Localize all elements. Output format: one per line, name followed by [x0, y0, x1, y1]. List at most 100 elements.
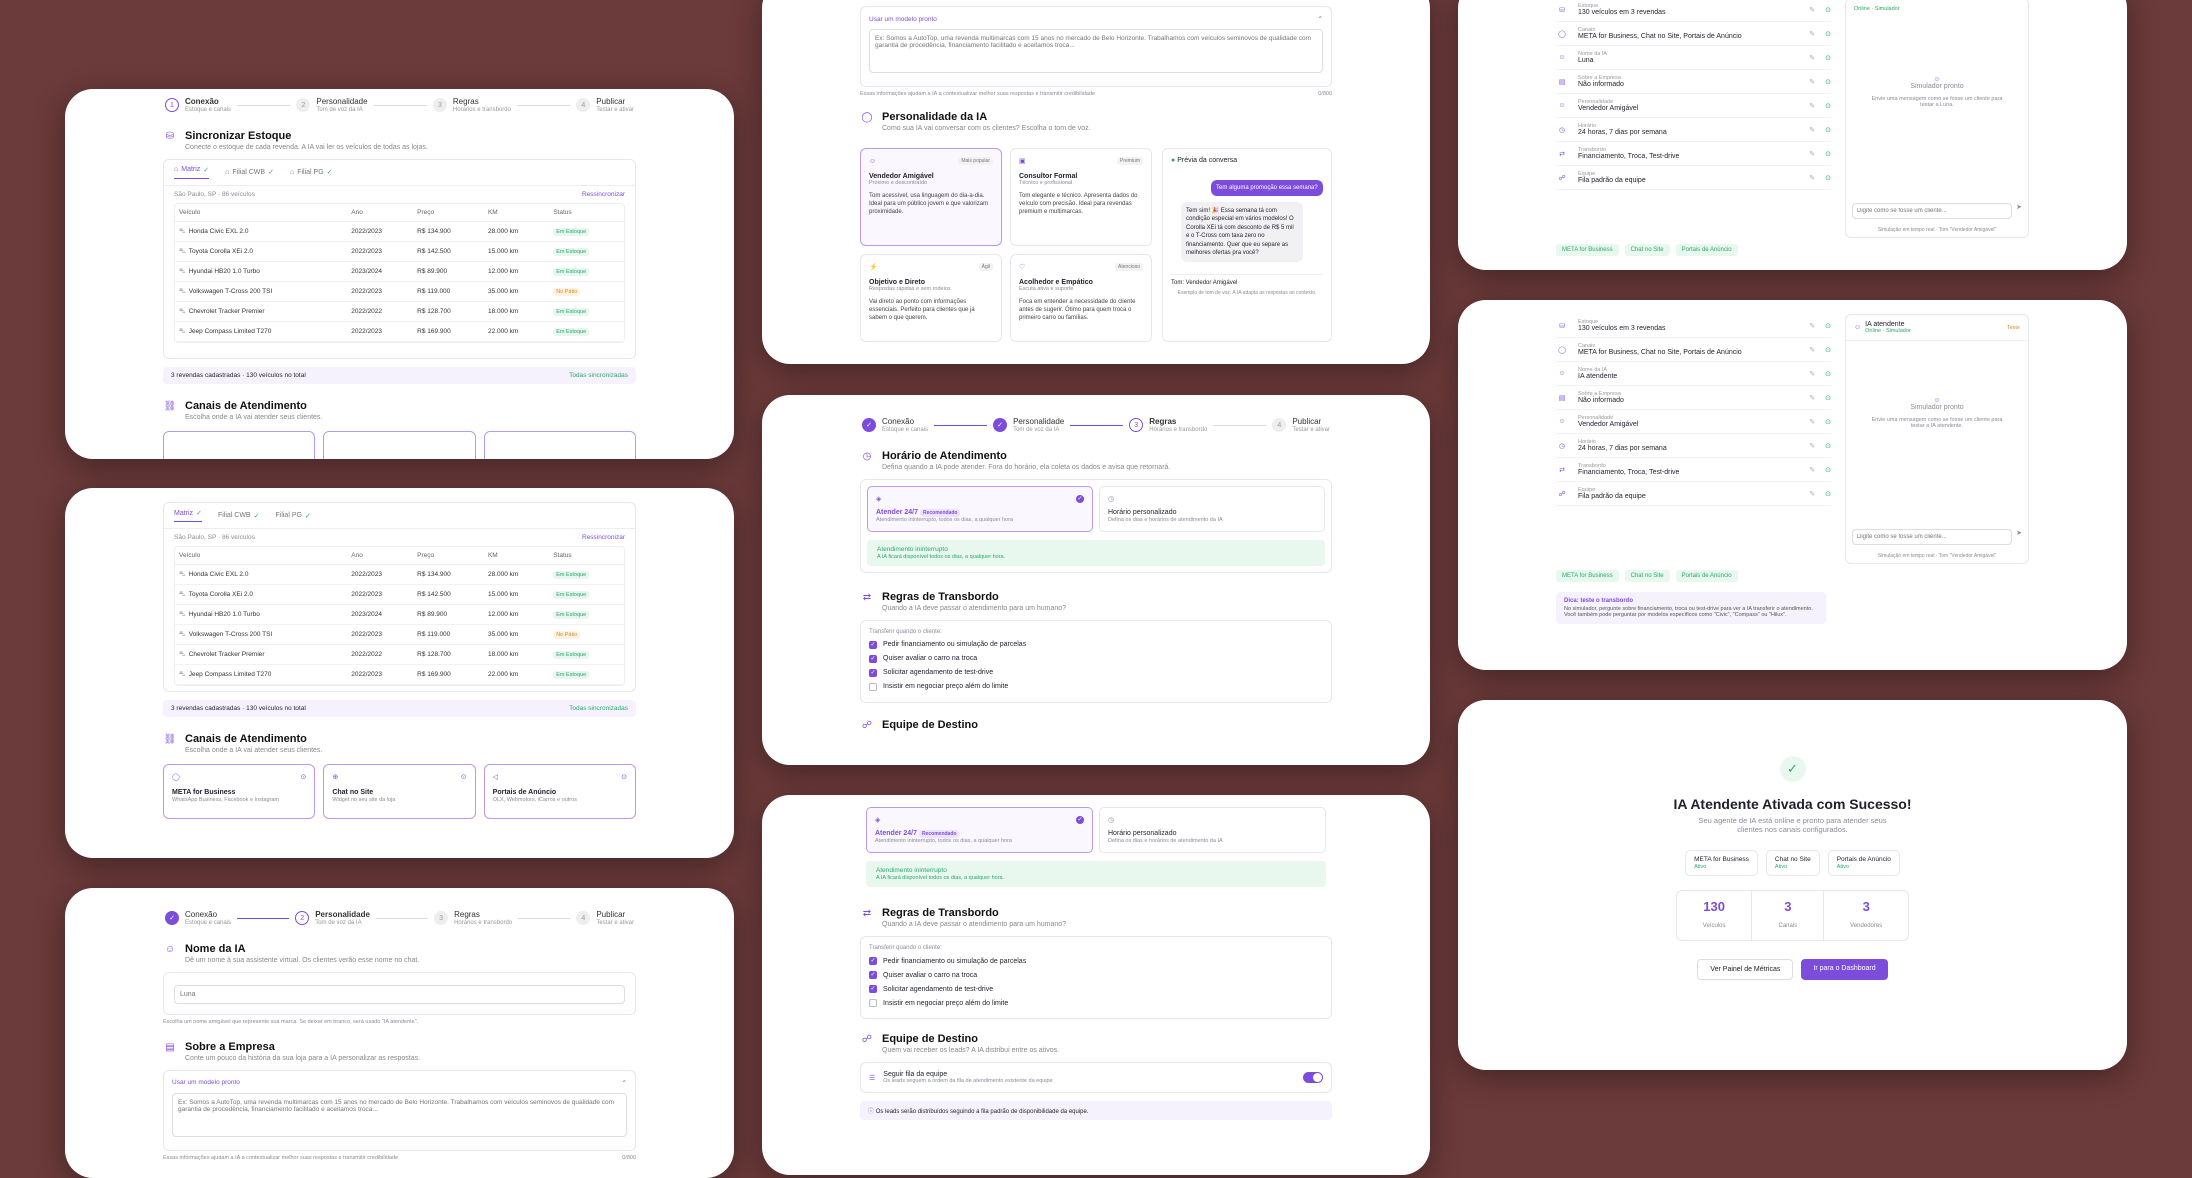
tab-filial-cwb[interactable]: Filial CWB ✓: [218, 509, 260, 522]
channel-meta[interactable]: ◯ ⊙ META for Business WhatsApp Business, Fa…: [163, 764, 316, 819]
persona-card[interactable]: ▣ Premium Consultor Formal Técnico e profis…: [1010, 148, 1152, 246]
company-textarea[interactable]: [869, 29, 1323, 73]
persona-card[interactable]: ☺ Mais popular Vendedor Amigável Próximo e …: [860, 148, 1002, 246]
edit-icon[interactable]: ✎: [1809, 6, 1815, 14]
edit-icon[interactable]: ✎: [1809, 490, 1815, 498]
checkbox[interactable]: ✓: [869, 957, 877, 965]
always-on-note: Atendimento ininterrupto A IA ficará disp…: [867, 539, 1325, 566]
step-1[interactable]: 1 Conexão Estoque e canais: [165, 97, 231, 114]
step-2[interactable]: 2 Personalidade Tom de voz da IA: [296, 97, 368, 114]
table-row[interactable]: ⛍ Chevrolet Tracker Premier 2022/2022 R$ 12…: [175, 301, 624, 322]
handoff-checkbox[interactable]: ✓ Solicitar agendamento de test-drive: [869, 982, 1323, 996]
channel-site[interactable]: ⊕ ⊙ Chat no Site Widget no seu site da loja: [323, 764, 476, 819]
tab-filial-cwb[interactable]: ⌂ Filial CWB ✓: [225, 166, 274, 179]
review-row: ◯ Canais META for Business, Chat no Site, …: [1556, 338, 1831, 362]
step-4[interactable]: 4 Publicar Testar e ativar: [576, 910, 634, 927]
toggle-switch[interactable]: [1303, 1072, 1323, 1083]
step-2[interactable]: ✓ Personalidade Tom de voz da IA: [993, 417, 1064, 434]
send-icon[interactable]: ➤: [2016, 203, 2022, 219]
resync-button[interactable]: Ressincronizar: [582, 191, 625, 198]
tab-matriz[interactable]: Matriz ✓: [174, 509, 202, 522]
metrics-button[interactable]: Ver Painel de Métricas: [1697, 959, 1794, 980]
checkbox[interactable]: [869, 999, 877, 1007]
table-row[interactable]: ⛍ Volkswagen T-Cross 200 TSI 2022/2023 R$ 1…: [175, 281, 624, 302]
table-row[interactable]: ⛍ Honda Civic EXL 2.0 2022/2023 R$ 134.900 2…: [175, 221, 624, 242]
car-icon: ⛍: [179, 287, 186, 295]
edit-icon[interactable]: ✎: [1809, 102, 1815, 110]
tab-matriz[interactable]: ⌂ Matriz ✓: [174, 166, 210, 179]
edit-icon[interactable]: ✎: [1809, 370, 1815, 378]
send-icon[interactable]: ➤: [2016, 529, 2022, 545]
edit-icon[interactable]: ✎: [1809, 150, 1815, 158]
team-queue-option[interactable]: ☰ Seguir fila da equipe Os leads seguem a …: [860, 1062, 1332, 1093]
handoff-checkbox[interactable]: ✓ Quiser avaliar o carro na troca: [869, 968, 1323, 982]
edit-icon[interactable]: ✎: [1809, 394, 1815, 402]
option-24-7[interactable]: ◈ ✓ Atender 24/7 Recomendado Atendimento in…: [866, 807, 1093, 853]
edit-icon[interactable]: ✎: [1809, 78, 1815, 86]
persona-card[interactable]: ⚡ Ágil Objetivo e Direto Respostas rápidas …: [860, 254, 1002, 342]
clock-icon: ◷: [1108, 817, 1115, 824]
table-row[interactable]: ⛍ Volkswagen T-Cross 200 TSI 2022/2023 R$ 1…: [175, 624, 624, 645]
channel-portals[interactable]: ◁ ⊙ Portais de Anúncio OLX, Webmotors, iCar…: [483, 764, 636, 819]
tab-filial-pg[interactable]: Filial PG ✓: [275, 509, 310, 522]
step-2[interactable]: 2 Personalidade Tom de voz da IA: [295, 910, 370, 927]
check-icon: ✓: [203, 166, 210, 174]
step-4[interactable]: 4 Publicar Testar e ativar: [576, 97, 634, 114]
table-row[interactable]: ⛍ Jeep Compass Limited T270 2022/2023 R$ 16…: [175, 321, 624, 342]
simulator-input[interactable]: [1852, 203, 2013, 219]
template-toggle[interactable]: Usar um modelo pronto ⌃: [172, 1079, 627, 1087]
handoff-checkbox[interactable]: ✓ Pedir financiamento ou simulação de par…: [869, 954, 1323, 968]
table-row[interactable]: ⛍ Jeep Compass Limited T270 2022/2023 R$ 16…: [175, 664, 624, 685]
checkbox[interactable]: ✓: [869, 640, 877, 649]
table-row[interactable]: ⛍ Hyundai HB20 1.0 Turbo 2023/2024 R$ 89.90…: [175, 604, 624, 625]
step-3[interactable]: 3 Regras Horários e transbordo: [434, 910, 512, 927]
card-review: ⛁ Estoque 130 veículos em 3 revendas ✎ ⊙ ◯ Ca…: [1458, 0, 2127, 270]
company-textarea[interactable]: [172, 1092, 627, 1137]
option-24-7[interactable]: ◈ ✓ Atender 24/7 Recomendado Atendimento in…: [867, 485, 1093, 532]
success-title: IA Atendente Ativada com Sucesso!: [1673, 796, 1912, 812]
checkbox[interactable]: ✓: [869, 668, 877, 677]
step-1[interactable]: ✓ Conexão Estoque e canais: [862, 417, 928, 434]
review-row: ☺ Personalidade Vendedor Amigável ✎ ⊙: [1556, 94, 1831, 118]
handoff-checkbox[interactable]: Insistir em negociar preço além do limit…: [869, 996, 1323, 1010]
persona-card[interactable]: ♡ Atencioso Acolhedor e Empático Escuta ati…: [1010, 254, 1152, 342]
edit-icon[interactable]: ✎: [1809, 174, 1815, 182]
step-3[interactable]: 3 Regras Horários e transbordo: [432, 97, 511, 114]
handoff-checkbox[interactable]: ✓ Quiser avaliar o carro na troca: [869, 652, 1323, 666]
ai-name-input[interactable]: [174, 984, 625, 1004]
edit-icon[interactable]: ✎: [1809, 54, 1815, 62]
checkbox[interactable]: ✓: [869, 654, 877, 663]
step-3[interactable]: 3 Regras Horários e transbordo: [1129, 417, 1207, 434]
car-icon: ⛍: [179, 307, 186, 315]
edit-icon[interactable]: ✎: [1809, 466, 1815, 474]
table-row[interactable]: ⛍ Honda Civic EXL 2.0 2022/2023 R$ 134.900 2…: [175, 564, 624, 585]
channel-meta[interactable]: [163, 430, 316, 459]
clock-icon: ◷: [1108, 495, 1115, 503]
dashboard-button[interactable]: Ir para o Dashboard: [1801, 959, 1888, 980]
step-1[interactable]: ✓ Conexão Estoque e canais: [165, 910, 231, 927]
edit-icon[interactable]: ✎: [1809, 418, 1815, 426]
handoff-checkbox[interactable]: ✓ Solicitar agendamento de test-drive: [869, 666, 1323, 680]
resync-button[interactable]: Ressincronizar: [582, 534, 625, 541]
table-row[interactable]: ⛍ Toyota Corolla XEi 2.0 2022/2023 R$ 142.5…: [175, 241, 624, 262]
channel-portals[interactable]: [483, 430, 636, 459]
edit-icon[interactable]: ✎: [1809, 322, 1815, 330]
edit-icon[interactable]: ✎: [1809, 442, 1815, 450]
edit-icon[interactable]: ✎: [1809, 346, 1815, 354]
checkbox[interactable]: ✓: [869, 985, 877, 993]
channel-site[interactable]: [323, 430, 476, 459]
checkbox[interactable]: ✓: [869, 971, 877, 979]
table-row[interactable]: ⛍ Hyundai HB20 1.0 Turbo 2023/2024 R$ 89.90…: [175, 261, 624, 282]
handoff-checkbox[interactable]: ✓ Pedir financiamento ou simulação de par…: [869, 638, 1323, 652]
table-row[interactable]: ⛍ Toyota Corolla XEi 2.0 2022/2023 R$ 142.5…: [175, 584, 624, 605]
edit-icon[interactable]: ✎: [1809, 126, 1815, 134]
step-4[interactable]: 4 Publicar Testar e ativar: [1272, 417, 1330, 434]
option-custom-hours[interactable]: ◷ Horário personalizado Defina os dias e h…: [1099, 807, 1326, 853]
tab-filial-pg[interactable]: ⌂ Filial PG ✓: [290, 166, 333, 179]
table-row[interactable]: ⛍ Chevrolet Tracker Premier 2022/2022 R$ 12…: [175, 644, 624, 665]
checkbox[interactable]: [869, 682, 877, 691]
edit-icon[interactable]: ✎: [1809, 30, 1815, 38]
option-custom-hours[interactable]: ◷ Horário personalizado Defina os dias e h…: [1099, 485, 1325, 532]
handoff-checkbox[interactable]: Insistir em negociar preço além do limit…: [869, 680, 1323, 694]
simulator-input[interactable]: [1852, 529, 2013, 545]
